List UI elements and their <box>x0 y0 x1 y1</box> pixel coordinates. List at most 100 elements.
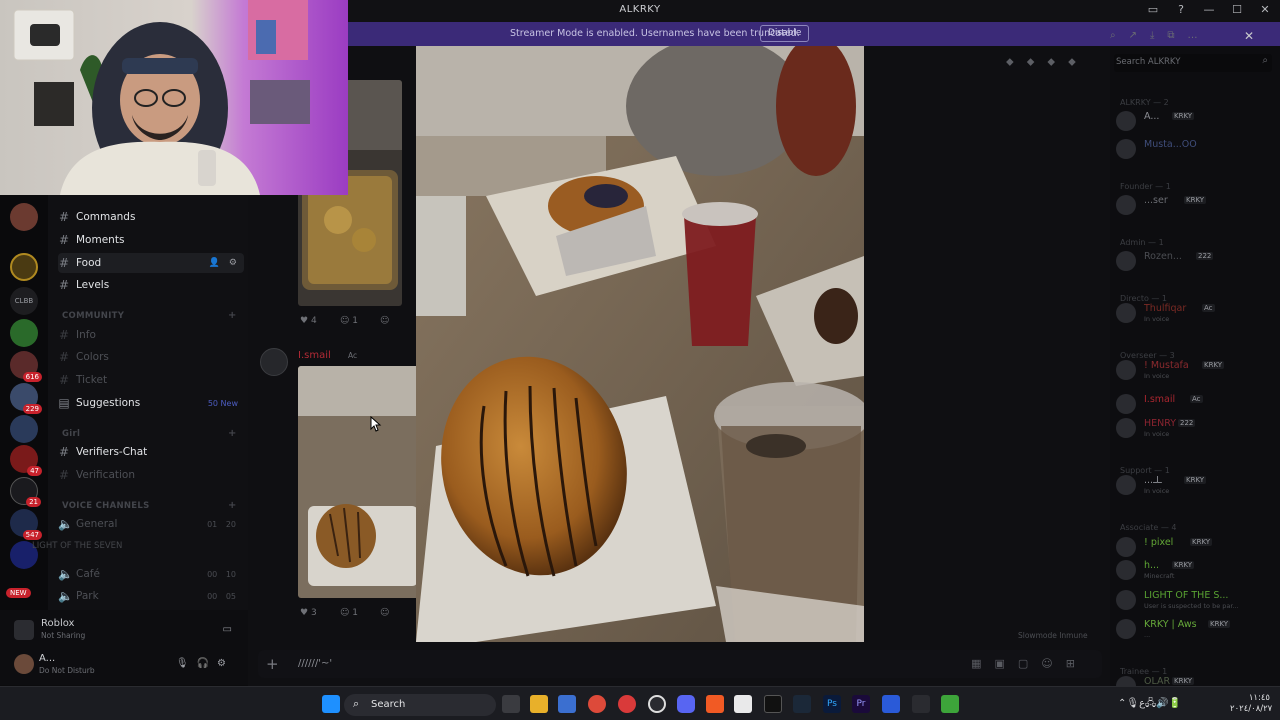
category-community[interactable]: COMMUNITY + <box>62 310 236 321</box>
close-viewer-icon[interactable]: ✕ <box>1244 29 1254 43</box>
app-icon[interactable] <box>734 695 752 713</box>
language-indicator[interactable]: ع <box>1139 698 1145 709</box>
member-tag: KRKY <box>1172 112 1195 120</box>
message-composer[interactable]: + //////'~' ▦▣▢☺⊞ <box>258 650 1102 678</box>
server-icon[interactable] <box>10 203 38 231</box>
chrome-icon[interactable] <box>588 695 606 713</box>
premiere-icon[interactable]: Pr <box>852 695 870 713</box>
steam-icon[interactable] <box>793 695 811 713</box>
brave-icon[interactable] <box>706 695 724 713</box>
app-icon[interactable] <box>912 695 930 713</box>
capcut-icon[interactable] <box>764 695 782 713</box>
speaker-icon: 🔈 <box>58 589 73 603</box>
new-posts-badge: 50 New <box>207 398 238 408</box>
reaction-4[interactable]: ☺ 1 <box>340 608 358 618</box>
reaction-2[interactable]: ☺ 1 <box>340 316 358 326</box>
new-servers-badge[interactable]: NEW <box>6 588 31 598</box>
member-item[interactable]: A... KRKY <box>1114 108 1274 134</box>
disable-streamer-mode-button[interactable]: Disable <box>760 25 810 42</box>
server-icon[interactable]: 229 <box>10 383 42 414</box>
category-voice-channels[interactable]: VOICE CHANNELS + <box>62 500 236 511</box>
add-reaction-icon[interactable]: ☺ <box>380 316 389 326</box>
mic-headset-settings-icons[interactable]: 🎙🎧⚙ <box>176 658 234 669</box>
server-icon[interactable] <box>10 319 38 347</box>
server-icon[interactable]: 47 <box>10 445 42 476</box>
member-activity: In voice <box>1144 372 1170 380</box>
channel-suggestions[interactable]: ▤ Suggestions 50 New <box>58 393 244 413</box>
member-item[interactable]: h... KRKY Minecraft <box>1114 557 1274 583</box>
member-item[interactable]: ! Mustafa KRKY In voice <box>1114 357 1274 383</box>
current-user[interactable]: A... Do Not Disturb 🎙🎧⚙ <box>14 652 240 678</box>
voice-channel-cafe[interactable]: 🔈 Café 00 10 <box>58 564 244 584</box>
member-item[interactable]: Musta...OO <box>1114 136 1274 162</box>
help-icon[interactable]: ? <box>1174 3 1188 16</box>
composer-text[interactable]: //////'~' <box>298 658 332 669</box>
mention-badge: 21 <box>26 497 41 507</box>
member-item[interactable]: ...ـلـ KRKY In voice <box>1114 472 1274 498</box>
app-icon[interactable] <box>618 695 636 713</box>
message-author[interactable]: I.smail <box>298 350 331 361</box>
minimize-button[interactable]: — <box>1202 3 1216 16</box>
server-icon[interactable]: 616 <box>10 351 42 382</box>
clock[interactable]: ١١:٤٥ ٢٠٢٤/٠٨/٢٧ <box>1230 693 1272 715</box>
channel-colors[interactable]: # Colors <box>58 347 244 367</box>
avatar <box>1116 111 1136 131</box>
game-status: Not Sharing <box>41 631 86 640</box>
image-viewer[interactable] <box>416 46 864 642</box>
member-item[interactable]: I.smail Ac <box>1114 391 1274 417</box>
member-item[interactable]: ...ser KRKY <box>1114 192 1274 218</box>
channel-commands[interactable]: # Commands <box>58 207 244 227</box>
server-icon[interactable]: 21 <box>10 477 41 507</box>
voice-channel-park[interactable]: 🔈 Park 00 05 <box>58 586 244 606</box>
taskbar-search[interactable]: ⌕ Search <box>344 694 496 716</box>
channel-info[interactable]: # Info <box>58 325 244 345</box>
member-item[interactable]: HENRY 222 In voice <box>1114 415 1274 441</box>
stream-icon[interactable]: ▭ <box>223 624 232 635</box>
server-icon[interactable] <box>10 253 38 281</box>
system-tray[interactable]: ⌃🎙ع🖧🔊🔋 <box>1118 696 1181 713</box>
header-icons[interactable]: ⬥⬥⬥⬥ <box>1006 55 1089 69</box>
upload-icon[interactable]: + <box>266 655 279 673</box>
inbox-icon[interactable]: ▭ <box>1146 3 1160 16</box>
search-input[interactable]: Search ALKRKY ⌕ <box>1114 54 1272 72</box>
member-item[interactable]: LIGHT OF THE S... User is suspected to be… <box>1114 587 1274 613</box>
task-view-icon[interactable] <box>502 695 520 713</box>
member-item[interactable]: Rozen... 222 <box>1114 248 1274 274</box>
avatar <box>1116 537 1136 557</box>
server-icon[interactable]: 547 <box>10 509 42 540</box>
role-header: Founder — 1 <box>1120 182 1171 191</box>
category-girl[interactable]: Girl + <box>62 428 236 439</box>
reaction-1[interactable]: ♥ 4 <box>300 316 317 326</box>
add-channel-icon[interactable]: + <box>228 310 237 321</box>
member-item[interactable]: Thulfiqar Ac In voice <box>1114 300 1274 326</box>
channel-settings-icons[interactable]: 👤 ⚙ <box>209 258 244 268</box>
channel-verifiers-chat[interactable]: # Verifiers-Chat <box>58 442 244 462</box>
member-item[interactable]: KRKY | Aws KRKY... <box>1114 616 1274 642</box>
add-reaction-icon[interactable]: ☺ <box>380 608 389 618</box>
add-channel-icon[interactable]: + <box>228 500 237 511</box>
minecraft-icon[interactable] <box>941 695 959 713</box>
avatar[interactable] <box>260 348 288 376</box>
channel-moments[interactable]: # Moments <box>58 230 244 250</box>
channel-food[interactable]: # Food 👤 ⚙ <box>58 253 244 273</box>
store-icon[interactable] <box>558 695 576 713</box>
windows-start-icon[interactable] <box>322 695 340 713</box>
photoshop-icon[interactable]: Ps <box>823 695 841 713</box>
discord-icon[interactable] <box>677 695 695 713</box>
channel-verification[interactable]: # Verification <box>58 465 244 485</box>
add-channel-icon[interactable]: + <box>228 428 237 439</box>
reaction-3[interactable]: ♥ 3 <box>300 608 317 618</box>
voice-channel-general[interactable]: 🔈 General 01 20 <box>58 514 244 534</box>
channel-ticket[interactable]: # Ticket <box>58 370 244 390</box>
channel-levels[interactable]: # Levels <box>58 275 244 295</box>
viewer-toolbar[interactable]: ⌕↗⤓⧉… <box>1110 30 1211 41</box>
obs-icon[interactable] <box>648 695 666 713</box>
close-window-button[interactable]: ✕ <box>1258 3 1272 16</box>
composer-icons[interactable]: ▦▣▢☺⊞ <box>971 657 1088 670</box>
server-icon[interactable] <box>10 415 38 443</box>
file-explorer-icon[interactable] <box>530 695 548 713</box>
server-icon[interactable]: CLBB <box>10 287 38 315</box>
voice-user[interactable]: LIGHT OF THE SEVEN <box>32 541 122 551</box>
maximize-button[interactable]: ☐ <box>1230 3 1244 16</box>
app-icon[interactable] <box>882 695 900 713</box>
